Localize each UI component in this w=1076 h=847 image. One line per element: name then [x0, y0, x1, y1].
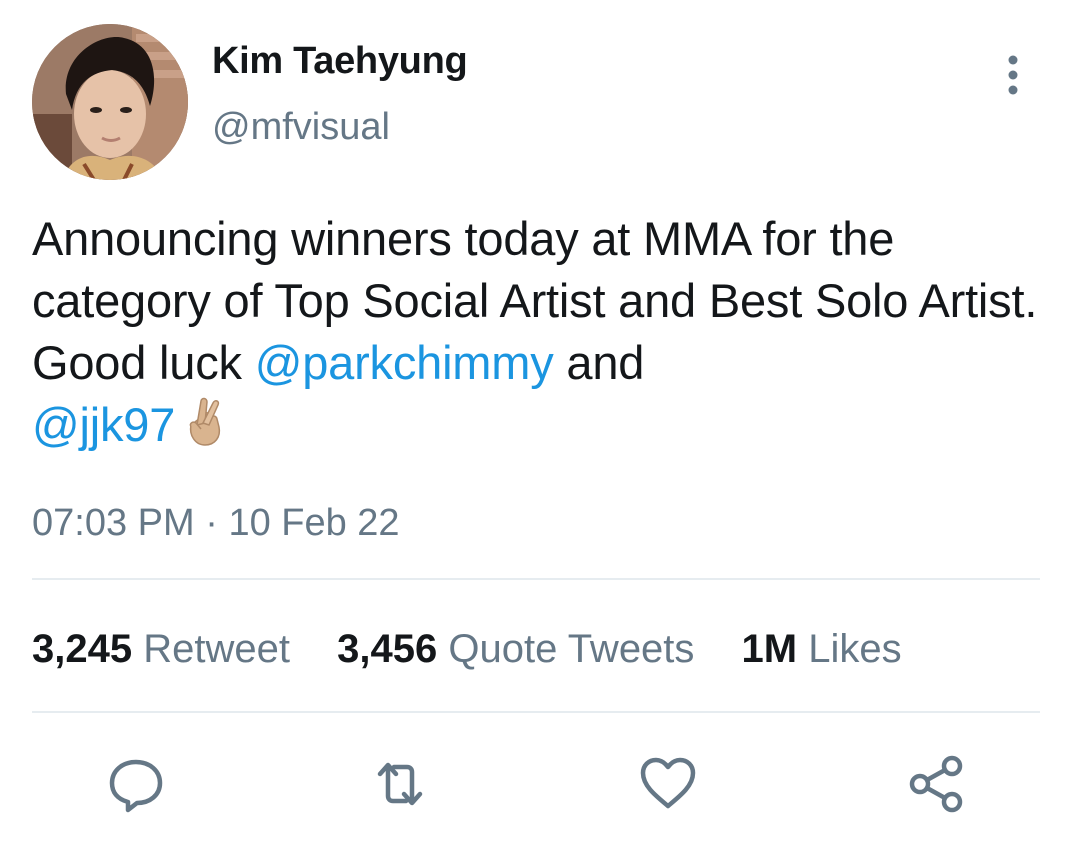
retweet-label: Retweet: [143, 627, 290, 671]
retweet-count-link[interactable]: 3,245 Retweet: [32, 624, 290, 674]
divider: [32, 578, 1040, 580]
heart-icon: [640, 757, 696, 809]
display-name[interactable]: Kim Taehyung: [212, 38, 468, 84]
mention-link[interactable]: @parkchimmy: [255, 336, 554, 389]
likes-label: Likes: [808, 627, 902, 671]
quote-label: Quote Tweets: [448, 627, 695, 671]
tweet-text: Announcing winners today at MMA for the …: [32, 208, 1042, 462]
share-icon: [909, 755, 963, 813]
like-button[interactable]: [636, 752, 700, 816]
retweet-count: 3,245: [32, 627, 133, 671]
mention-link[interactable]: @jjk97: [32, 398, 175, 451]
reply-icon: [109, 759, 163, 813]
retweet-button[interactable]: [368, 752, 432, 816]
tweet-date: 10 Feb 22: [228, 502, 400, 544]
crossed-fingers-emoji: [183, 395, 225, 462]
reply-button[interactable]: [104, 752, 168, 816]
tweet-timestamp[interactable]: 07:03 PM · 10 Feb 22: [32, 500, 400, 546]
tweet-text-part: and: [553, 336, 645, 389]
likes-count-link[interactable]: 1M Likes: [742, 624, 902, 674]
divider: [32, 711, 1040, 713]
share-button[interactable]: [904, 752, 968, 816]
more-options-button[interactable]: [996, 54, 1030, 96]
vertical-ellipsis-icon: [1008, 55, 1018, 95]
retweet-icon: [377, 762, 423, 806]
quote-count: 3,456: [337, 627, 438, 671]
user-handle[interactable]: @mfvisual: [212, 104, 390, 150]
avatar[interactable]: [32, 24, 188, 180]
tweet-time: 07:03 PM: [32, 502, 195, 544]
tweet-stats: 3,245 Retweet 3,456 Quote Tweets 1M Like…: [32, 624, 938, 674]
quote-count-link[interactable]: 3,456 Quote Tweets: [337, 624, 694, 674]
likes-count: 1M: [741, 627, 798, 671]
meta-separator: ·: [205, 502, 218, 544]
